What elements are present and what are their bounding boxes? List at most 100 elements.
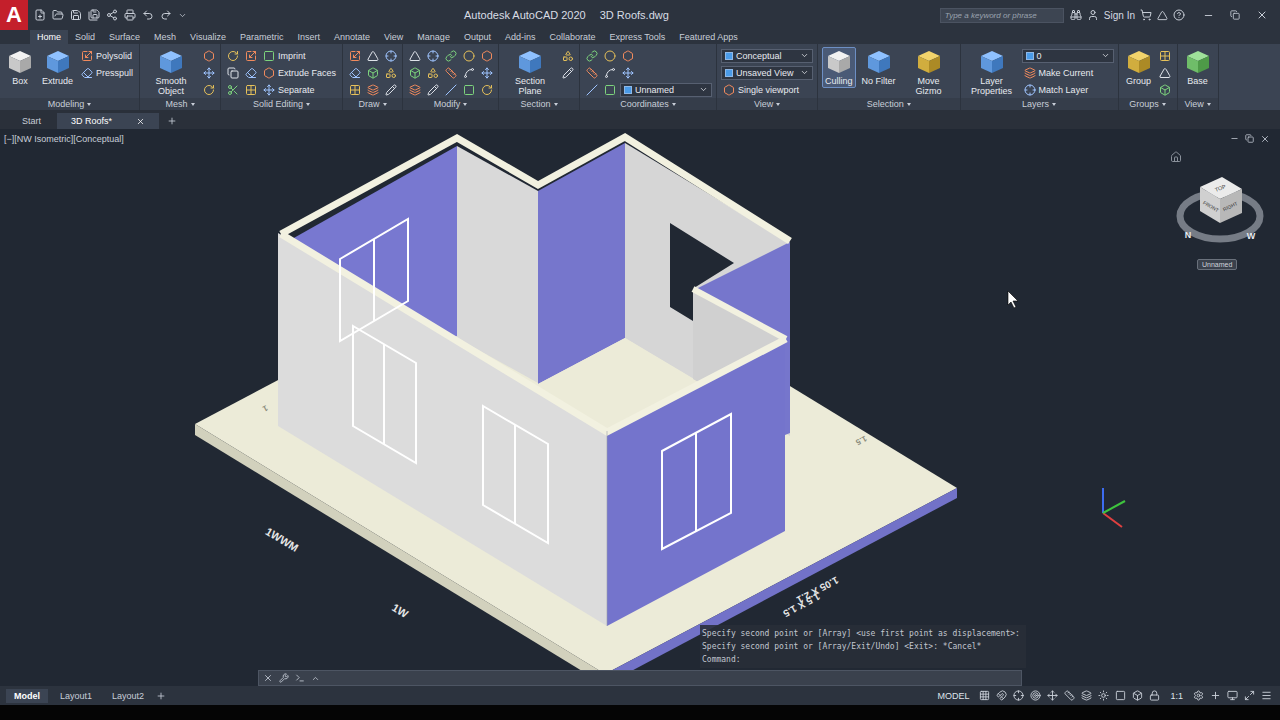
icon-tool-button[interactable]: [347, 48, 362, 63]
ribbon-dropdown[interactable]: 0: [1022, 49, 1114, 63]
large-tool-button[interactable]: Culling: [822, 47, 856, 88]
icon-tool-button[interactable]: [602, 65, 617, 80]
restore-icon[interactable]: [1245, 134, 1254, 143]
new-tab-button[interactable]: [161, 113, 183, 129]
icon-tool-button[interactable]: [479, 48, 494, 63]
app-logo[interactable]: A: [0, 0, 28, 30]
chevron-up-icon[interactable]: [311, 674, 320, 683]
ribbon-dropdown[interactable]: Unsaved View: [721, 66, 813, 80]
user-icon[interactable]: [1087, 9, 1099, 21]
close-tab-icon[interactable]: [136, 117, 145, 126]
icon-tool-button[interactable]: [347, 65, 362, 80]
view-cube[interactable]: TOPFRONTRIGHTNW: [1180, 177, 1260, 241]
quick-access-icon[interactable]: [52, 9, 64, 21]
model-canvas[interactable]: 1WWM1W1.05 X 2.11.5 X 1.51.51TOPFRONTRIG…: [0, 129, 1280, 686]
quick-access-icon[interactable]: [70, 9, 82, 21]
plus-icon[interactable]: [156, 691, 166, 701]
icon-tool-button[interactable]: [243, 82, 258, 97]
large-tool-button[interactable]: No Filter: [859, 47, 899, 88]
status-toggle-icon[interactable]: [1030, 690, 1041, 701]
icon-tool-button[interactable]: [461, 82, 476, 97]
ribbon-tab[interactable]: Add-ins: [498, 30, 543, 44]
ribbon-tab[interactable]: Manage: [410, 30, 457, 44]
ribbon-tab[interactable]: Mesh: [147, 30, 183, 44]
quick-access-icon[interactable]: [142, 9, 154, 21]
small-tool-button[interactable]: Single viewport: [721, 84, 813, 96]
icon-tool-button[interactable]: [425, 65, 440, 80]
icon-tool-button[interactable]: [602, 48, 617, 63]
sign-in-button[interactable]: Sign In: [1104, 10, 1135, 21]
status-tool-icon[interactable]: [1227, 690, 1238, 701]
icon-tool-button[interactable]: [461, 65, 476, 80]
icon-tool-button[interactable]: [365, 82, 380, 97]
status-tool-icon[interactable]: [1210, 690, 1221, 701]
ribbon-tab[interactable]: Collaborate: [542, 30, 602, 44]
status-toggle-icon[interactable]: [1081, 690, 1092, 701]
prompt-icon[interactable]: [295, 673, 305, 683]
icon-tool-button[interactable]: [461, 48, 476, 63]
status-toggle-icon[interactable]: [1132, 690, 1143, 701]
status-toggle-icon[interactable]: [1047, 690, 1058, 701]
icon-tool-button[interactable]: [620, 65, 635, 80]
icon-tool-button[interactable]: [443, 48, 458, 63]
status-toggle-icon[interactable]: [1064, 690, 1075, 701]
icon-tool-button[interactable]: [443, 82, 458, 97]
icon-tool-button[interactable]: [243, 65, 258, 80]
panel-title[interactable]: Section: [499, 98, 579, 110]
icon-tool-button[interactable]: [560, 48, 575, 63]
quick-access-icon[interactable]: [34, 9, 46, 21]
icon-tool-button[interactable]: [620, 48, 635, 63]
quick-access-icon[interactable]: [124, 9, 136, 21]
ribbon-tab[interactable]: Featured Apps: [672, 30, 745, 44]
ribbon-tab[interactable]: Insert: [290, 30, 327, 44]
small-tool-button[interactable]: Polysolid: [79, 50, 135, 62]
wrench-icon[interactable]: [279, 673, 289, 683]
icon-tool-button[interactable]: [584, 48, 599, 63]
icon-tool-button[interactable]: [383, 65, 398, 80]
icon-tool-button[interactable]: [479, 82, 494, 97]
space-toggle[interactable]: MODEL: [933, 691, 973, 701]
icon-tool-button[interactable]: [201, 48, 216, 63]
icon-tool-button[interactable]: [425, 82, 440, 97]
status-tool-icon[interactable]: [1244, 690, 1255, 701]
quick-access-icon[interactable]: [160, 9, 172, 21]
ribbon-tab[interactable]: Home: [30, 30, 68, 44]
icon-tool-button[interactable]: [560, 65, 575, 80]
panel-title[interactable]: Groups: [1119, 98, 1177, 110]
ribbon-dropdown[interactable]: Unnamed: [620, 83, 712, 97]
large-tool-button[interactable]: Group: [1123, 47, 1155, 88]
ribbon-tab[interactable]: View: [377, 30, 410, 44]
chevron-down-icon[interactable]: [178, 11, 187, 20]
status-tool-icon[interactable]: [1261, 690, 1272, 701]
small-tool-button[interactable]: Presspull: [79, 67, 135, 79]
icon-tool-button[interactable]: [1158, 65, 1173, 80]
status-tool-icon[interactable]: [1193, 690, 1204, 701]
large-tool-button[interactable]: Smooth Object: [144, 47, 198, 98]
viewport[interactable]: 1WWM1W1.05 X 2.11.5 X 1.51.51TOPFRONTRIG…: [0, 129, 1280, 686]
cube-face[interactable]: [1220, 189, 1242, 223]
panel-title[interactable]: Layers: [961, 98, 1118, 110]
layout-tab[interactable]: Layout2: [104, 689, 152, 703]
ribbon-tab[interactable]: Solid: [68, 30, 102, 44]
icon-tool-button[interactable]: [407, 65, 422, 80]
icon-tool-button[interactable]: [201, 82, 216, 97]
small-tool-button[interactable]: Imprint: [261, 50, 338, 62]
minimize-icon[interactable]: [1203, 10, 1214, 21]
status-toggle-icon[interactable]: [1149, 690, 1160, 701]
search-field[interactable]: Type a keyword or phrase: [940, 8, 1064, 23]
small-tool-button[interactable]: Make Current: [1022, 67, 1114, 79]
panel-title[interactable]: Mesh: [140, 98, 220, 110]
panel-title[interactable]: View: [1178, 98, 1218, 110]
close-icon[interactable]: [263, 673, 273, 683]
large-tool-button[interactable]: Extrude: [39, 47, 76, 88]
small-tool-button[interactable]: Separate: [261, 84, 338, 96]
icon-tool-button[interactable]: [225, 48, 240, 63]
large-tool-button[interactable]: Move Gizmo: [902, 47, 956, 98]
cart-icon[interactable]: [1140, 9, 1152, 21]
panel-title[interactable]: Modify: [403, 98, 498, 110]
close-icon[interactable]: [1256, 9, 1268, 21]
panel-title[interactable]: Coordinates: [580, 98, 716, 110]
icon-tool-button[interactable]: [443, 65, 458, 80]
icon-tool-button[interactable]: [407, 48, 422, 63]
house-model[interactable]: [195, 137, 957, 685]
